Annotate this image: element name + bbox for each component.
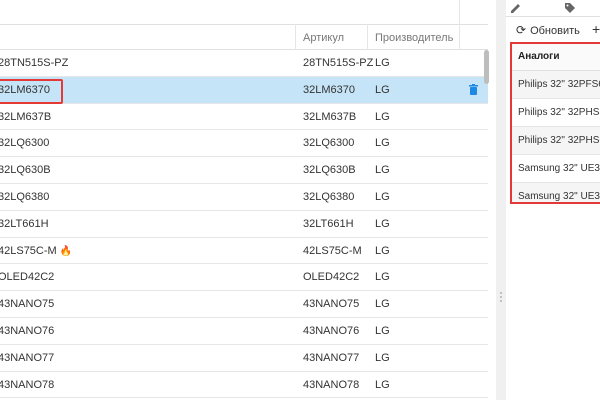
column-header-article[interactable]: Артикул	[303, 25, 344, 49]
refresh-label: Обновить	[530, 25, 580, 37]
cell-name: 42LS75C-M 🔥	[0, 238, 72, 265]
cell-article: 28TN515S-PZ	[303, 57, 374, 69]
cell-manufacturer: LG	[375, 57, 390, 69]
cell-article: 43NANO77	[303, 351, 360, 364]
panel-splitter[interactable]	[496, 0, 506, 400]
column-header-manufacturer[interactable]: Производитель	[375, 25, 453, 49]
table-row[interactable]: 32LT661H 32LT661H LG	[0, 210, 488, 238]
cell-manufacturer: LG	[375, 378, 390, 391]
delete-icon[interactable]	[469, 83, 478, 95]
cell-manufacturer: LG	[375, 351, 390, 364]
fire-icon: 🔥	[59, 245, 73, 257]
analog-item[interactable]: Philips 32" 32PFS690	[512, 71, 600, 99]
table-row[interactable]: OLED42C2 OLED42C2 LG	[0, 264, 488, 292]
table-row[interactable]: 28TN515S-PZ 28TN515S-PZ LG	[0, 50, 488, 77]
cell-manufacturer: LG	[375, 137, 390, 150]
details-panel: ⟳Обновить + Аналоги Philips 32" 32PFS690…	[506, 0, 600, 400]
tag-icon[interactable]	[564, 2, 576, 14]
cell-manufacturer: LG	[375, 244, 390, 257]
cell-manufacturer: LG	[375, 110, 390, 123]
refresh-button[interactable]: ⟳ Обновить	[516, 22, 580, 38]
cell-article: 32LQ630B	[303, 164, 356, 177]
cell-name: 32LQ6380	[0, 191, 50, 203]
cell-article: 32LM637B	[303, 110, 357, 123]
splitter-grip	[500, 292, 502, 294]
cell-name: 32LQ630B	[0, 164, 51, 177]
cell-name: OLED42C2	[0, 271, 55, 284]
splitter-grip	[500, 300, 502, 302]
cell-manufacturer: LG	[375, 271, 390, 284]
cell-article: 32LM6370	[303, 83, 355, 96]
analog-item[interactable]: Samsung 32" UE32T5	[512, 183, 600, 202]
cell-article: OLED42C2	[303, 271, 360, 284]
cell-article: 32LQ6300	[303, 137, 355, 150]
analogs-list: Аналоги Philips 32" 32PFS690Philips 32" …	[510, 42, 600, 204]
table-row[interactable]: 42LS75C-M 🔥 42LS75C-M LG	[0, 237, 488, 265]
cell-manufacturer: LG	[375, 217, 390, 230]
table-row[interactable]: 43NANO76 43NANO76 LG	[0, 318, 488, 345]
cell-name: 32LQ6300	[0, 137, 50, 150]
table-row[interactable]: 32LM6370 32LM6370 LG	[0, 76, 488, 104]
cell-manufacturer: LG	[375, 83, 390, 96]
cell-article: 42LS75C-M	[303, 244, 362, 257]
cell-name: 43NANO76	[0, 325, 55, 337]
analog-item[interactable]: Philips 32" 32PHS55	[512, 99, 600, 127]
cell-manufacturer: LG	[375, 191, 390, 203]
table-row[interactable]: 32LQ6300 32LQ6300 LG	[0, 130, 488, 158]
cell-name: 43NANO78	[0, 378, 55, 391]
scrollbar-thumb[interactable]	[484, 50, 489, 84]
table-header: Артикул Производитель	[0, 24, 488, 50]
refresh-icon: ⟳	[516, 23, 527, 37]
table-row[interactable]: 32LM637B 32LM637B LG	[0, 103, 488, 131]
cell-manufacturer: LG	[375, 298, 390, 311]
cell-name: 43NANO75	[0, 298, 55, 311]
table-row[interactable]: 32LQ630B 32LQ630B LG	[0, 157, 488, 184]
cell-article: 32LQ6380	[303, 191, 355, 203]
cell-name: 28TN515S-PZ	[0, 57, 69, 69]
cell-article: 43NANO78	[303, 378, 360, 391]
cell-manufacturer: LG	[375, 164, 390, 177]
toolbar-divider	[506, 16, 600, 17]
cell-article: 43NANO76	[303, 325, 360, 337]
highlight-box-name	[0, 79, 63, 104]
table-row[interactable]: 32LQ6380 32LQ6380 LG	[0, 184, 488, 211]
analog-item[interactable]: Philips 32" 32PHS66	[512, 127, 600, 155]
cell-name: 32LT661H	[0, 217, 49, 230]
cell-article: 32LT661H	[303, 217, 354, 230]
table-row[interactable]: 43NANO78 43NANO78 LG	[0, 371, 488, 399]
table-scrollbar[interactable]	[488, 0, 496, 400]
pencil-icon[interactable]	[510, 2, 522, 14]
splitter-grip	[500, 296, 502, 298]
cell-article: 43NANO75	[303, 298, 360, 311]
table-row[interactable]: 43NANO75 43NANO75 LG	[0, 291, 488, 318]
cell-name: 32LM637B	[0, 110, 52, 123]
add-button[interactable]: +	[592, 21, 600, 37]
cell-name: 43NANO77	[0, 351, 55, 364]
cell-manufacturer: LG	[375, 325, 390, 337]
products-table: Артикул Производитель 28TN515S-PZ 28TN515…	[0, 0, 488, 400]
table-row[interactable]: 43NANO77 43NANO77 LG	[0, 344, 488, 372]
analog-item[interactable]: Samsung 32" UE32T4	[512, 155, 600, 183]
analogs-title: Аналоги	[512, 44, 600, 71]
